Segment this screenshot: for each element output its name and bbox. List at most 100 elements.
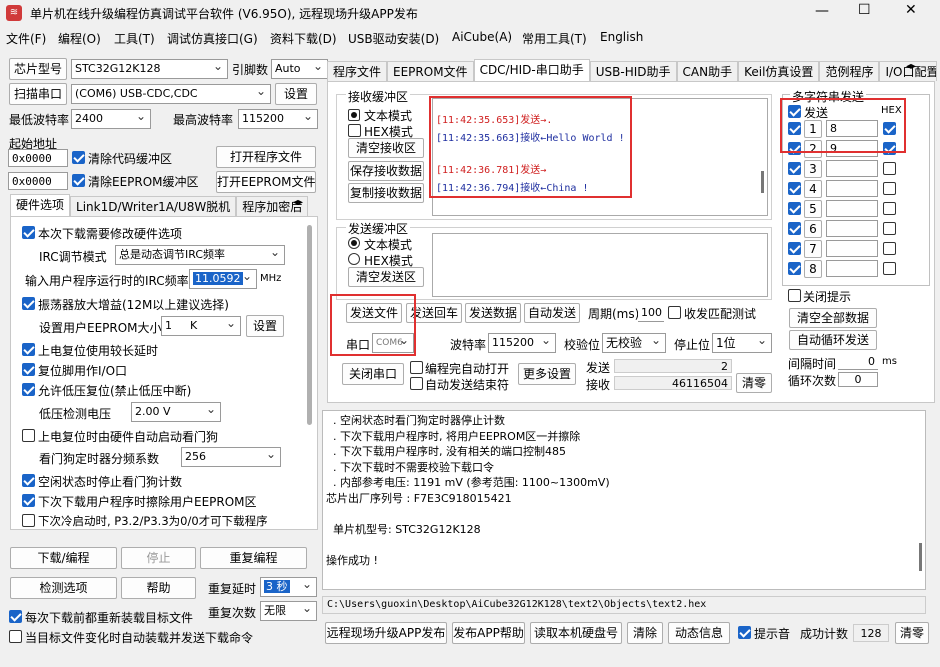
menu-tools[interactable]: 工具(T)	[114, 30, 155, 47]
receive-log[interactable]: [11:42:35.653]发送→. [11:42:35.663]接收←Hell…	[432, 98, 768, 216]
publish-help-button[interactable]: 发布APP帮助	[452, 622, 525, 644]
multi-row-hex-checkbox[interactable]	[883, 182, 896, 195]
reset-success-count-button[interactable]: 清零	[895, 622, 929, 644]
tab-right-arrow-icon[interactable]: ▸	[298, 197, 303, 208]
send-enter-button[interactable]: 发送回车	[406, 303, 462, 323]
multi-row-input[interactable]	[826, 180, 878, 197]
multi-row-hex-checkbox[interactable]	[883, 162, 896, 175]
repeat-count-select[interactable]: 无限	[260, 601, 317, 621]
tab-program-file[interactable]: 程序文件	[327, 61, 388, 81]
pin-count-select[interactable]: Auto	[271, 59, 328, 79]
tab-link1d[interactable]: Link1D/Writer1A/U8W脱机	[70, 196, 237, 216]
multi-row-send-button[interactable]: 1	[804, 120, 822, 138]
clear-all-data-button[interactable]: 清空全部数据	[789, 308, 877, 328]
save-receive-button[interactable]: 保存接收数据	[348, 161, 424, 181]
code-address-input[interactable]: 0x0000	[8, 149, 68, 167]
output-log[interactable]: . 空闲状态时看门狗定时器停止计数 . 下次下载用户程序时, 将用户EEPROM…	[322, 410, 926, 590]
right-tab-right-arrow-icon[interactable]: ▸	[911, 61, 916, 72]
multi-row-send-button[interactable]: 6	[804, 220, 822, 238]
recv-text-mode-radio[interactable]	[348, 109, 360, 121]
tab-examples[interactable]: 范例程序	[819, 61, 880, 81]
long-reset-delay-checkbox[interactable]	[22, 343, 35, 356]
more-settings-button[interactable]: 更多设置	[518, 363, 576, 385]
clear-eeprom-checkbox[interactable]	[72, 174, 85, 187]
auto-open-checkbox[interactable]	[410, 361, 423, 374]
multi-row-input[interactable]	[826, 200, 878, 217]
multi-row-hex-checkbox[interactable]	[883, 222, 896, 235]
menu-debug[interactable]: 调试仿真接口(G)	[167, 30, 258, 47]
auto-loop-send-button[interactable]: 自动循环发送	[789, 330, 877, 350]
check-options-button[interactable]: 检测选项	[10, 577, 117, 599]
auto-end-checkbox[interactable]	[410, 377, 423, 390]
lvd-select[interactable]: 2.00 V	[131, 402, 221, 422]
multi-row-send-button[interactable]: 7	[804, 240, 822, 258]
tab-eeprom-file[interactable]: EEPROM文件	[387, 61, 474, 81]
eeprom-address-input[interactable]: 0x0000	[8, 172, 68, 190]
send-hex-mode-radio[interactable]	[348, 253, 360, 265]
match-test-checkbox[interactable]	[668, 306, 681, 319]
receive-log-scrollbar[interactable]	[761, 171, 764, 193]
menu-aicube[interactable]: AiCube(A)	[452, 30, 512, 44]
send-file-button[interactable]: 发送文件	[346, 303, 402, 323]
multi-row-checkbox[interactable]	[788, 222, 801, 235]
menu-english[interactable]: English	[600, 30, 643, 44]
help-button[interactable]: 帮助	[121, 577, 196, 599]
multi-row-hex-checkbox[interactable]	[883, 242, 896, 255]
beep-checkbox[interactable]	[738, 626, 751, 639]
options-scrollbar[interactable]	[307, 225, 312, 425]
stop-bits-select[interactable]: 1位	[712, 333, 772, 353]
tab-serial-assistant[interactable]: CDC/HID-串口助手	[473, 59, 590, 81]
erase-eeprom-checkbox[interactable]	[22, 494, 35, 507]
stop-button[interactable]: 停止	[121, 547, 196, 569]
port-settings-button[interactable]: 设置	[275, 83, 317, 105]
clear-send-button[interactable]: 清空发送区	[348, 267, 424, 287]
menu-download[interactable]: 资料下载(D)	[270, 30, 337, 47]
irc-mode-select[interactable]: 总是动态调节IRC频率	[115, 245, 285, 265]
copy-receive-button[interactable]: 复制接收数据	[348, 183, 424, 203]
irc-frequency-select[interactable]: 11.0592	[189, 269, 257, 289]
multi-row-checkbox[interactable]	[788, 162, 801, 175]
interval-input[interactable]: 0	[838, 355, 878, 370]
tab-usb-hid[interactable]: USB-HID助手	[589, 61, 677, 81]
parity-select[interactable]: 无校验	[602, 333, 666, 353]
animation-info-button[interactable]: 动态信息	[668, 622, 730, 644]
open-eeprom-file-button[interactable]: 打开EEPROM文件	[216, 171, 316, 193]
multi-row-hex-checkbox[interactable]	[883, 142, 896, 155]
multi-row-checkbox[interactable]	[788, 242, 801, 255]
menu-common-tools[interactable]: 常用工具(T)	[522, 30, 587, 47]
download-program-button[interactable]: 下载/编程	[10, 547, 117, 569]
menu-usb-driver[interactable]: USB驱动安装(D)	[348, 30, 439, 47]
auto-watchdog-checkbox[interactable]	[22, 429, 35, 442]
multi-row-checkbox[interactable]	[788, 122, 801, 135]
recv-hex-mode-checkbox[interactable]	[348, 124, 361, 137]
repeat-delay-select[interactable]: 3 秒	[260, 577, 317, 597]
wdt-prescaler-select[interactable]: 256	[181, 447, 281, 467]
minimize-icon[interactable]: —	[815, 3, 829, 19]
repeat-program-button[interactable]: 重复编程	[200, 547, 307, 569]
port-select[interactable]: (COM6) USB-CDC,CDC	[71, 84, 271, 104]
clear-receive-button[interactable]: 清空接收区	[348, 138, 424, 158]
multi-row-hex-checkbox[interactable]	[883, 202, 896, 215]
modify-hw-options-checkbox[interactable]	[22, 226, 35, 239]
loop-count-input[interactable]: 0	[838, 372, 878, 387]
multi-row-input[interactable]	[826, 260, 878, 277]
low-voltage-reset-checkbox[interactable]	[22, 383, 35, 396]
multi-row-send-button[interactable]: 2	[804, 140, 822, 158]
maximize-icon[interactable]: ☐	[858, 2, 871, 18]
multi-row-input[interactable]	[826, 160, 878, 177]
eeprom-size-select[interactable]: 1K	[161, 316, 241, 336]
multi-row-hex-checkbox[interactable]	[883, 122, 896, 135]
auto-send-on-change-checkbox[interactable]	[9, 630, 22, 643]
close-hint-checkbox[interactable]	[788, 289, 801, 302]
multi-row-checkbox[interactable]	[788, 182, 801, 195]
multi-row-input[interactable]: 9	[826, 140, 878, 157]
multi-row-input[interactable]: 8	[826, 120, 878, 137]
period-input[interactable]: 100	[638, 304, 664, 322]
menu-file[interactable]: 文件(F)	[6, 30, 46, 47]
chip-type-select[interactable]: STC32G12K128	[71, 59, 228, 79]
tab-keil-sim[interactable]: Keil仿真设置	[738, 61, 820, 81]
send-data-button[interactable]: 发送数据	[465, 303, 521, 323]
multi-row-send-button[interactable]: 8	[804, 260, 822, 278]
cold-start-checkbox[interactable]	[22, 514, 35, 527]
close-icon[interactable]: ✕	[905, 2, 917, 18]
